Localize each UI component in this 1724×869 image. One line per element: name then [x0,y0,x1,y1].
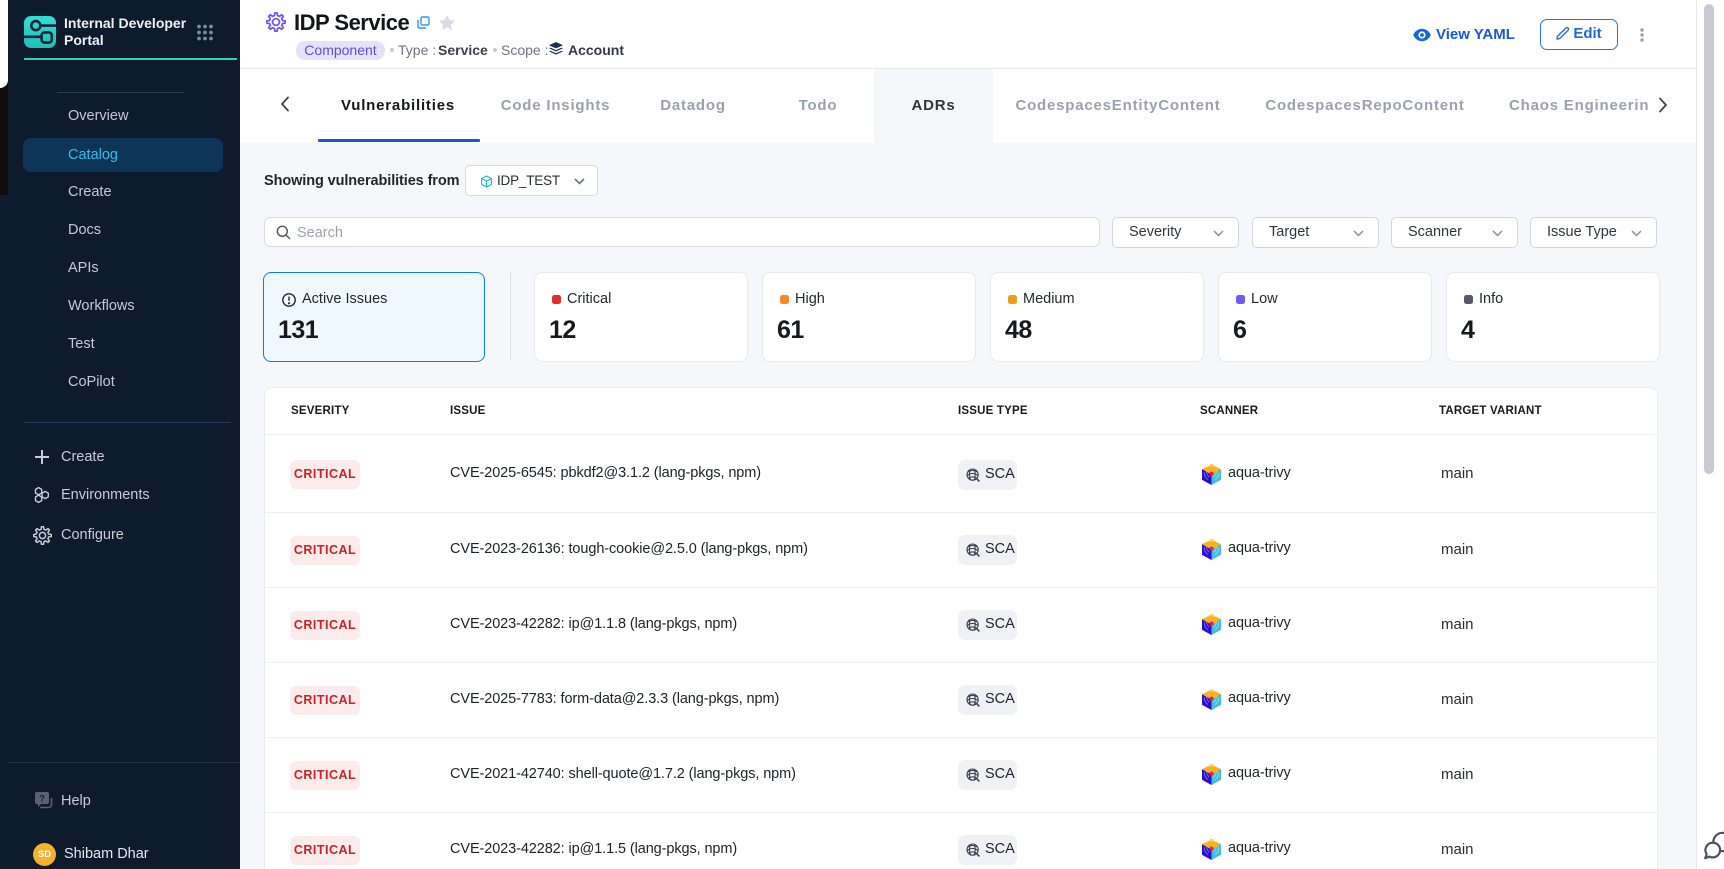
svg-text:?: ? [39,794,45,804]
